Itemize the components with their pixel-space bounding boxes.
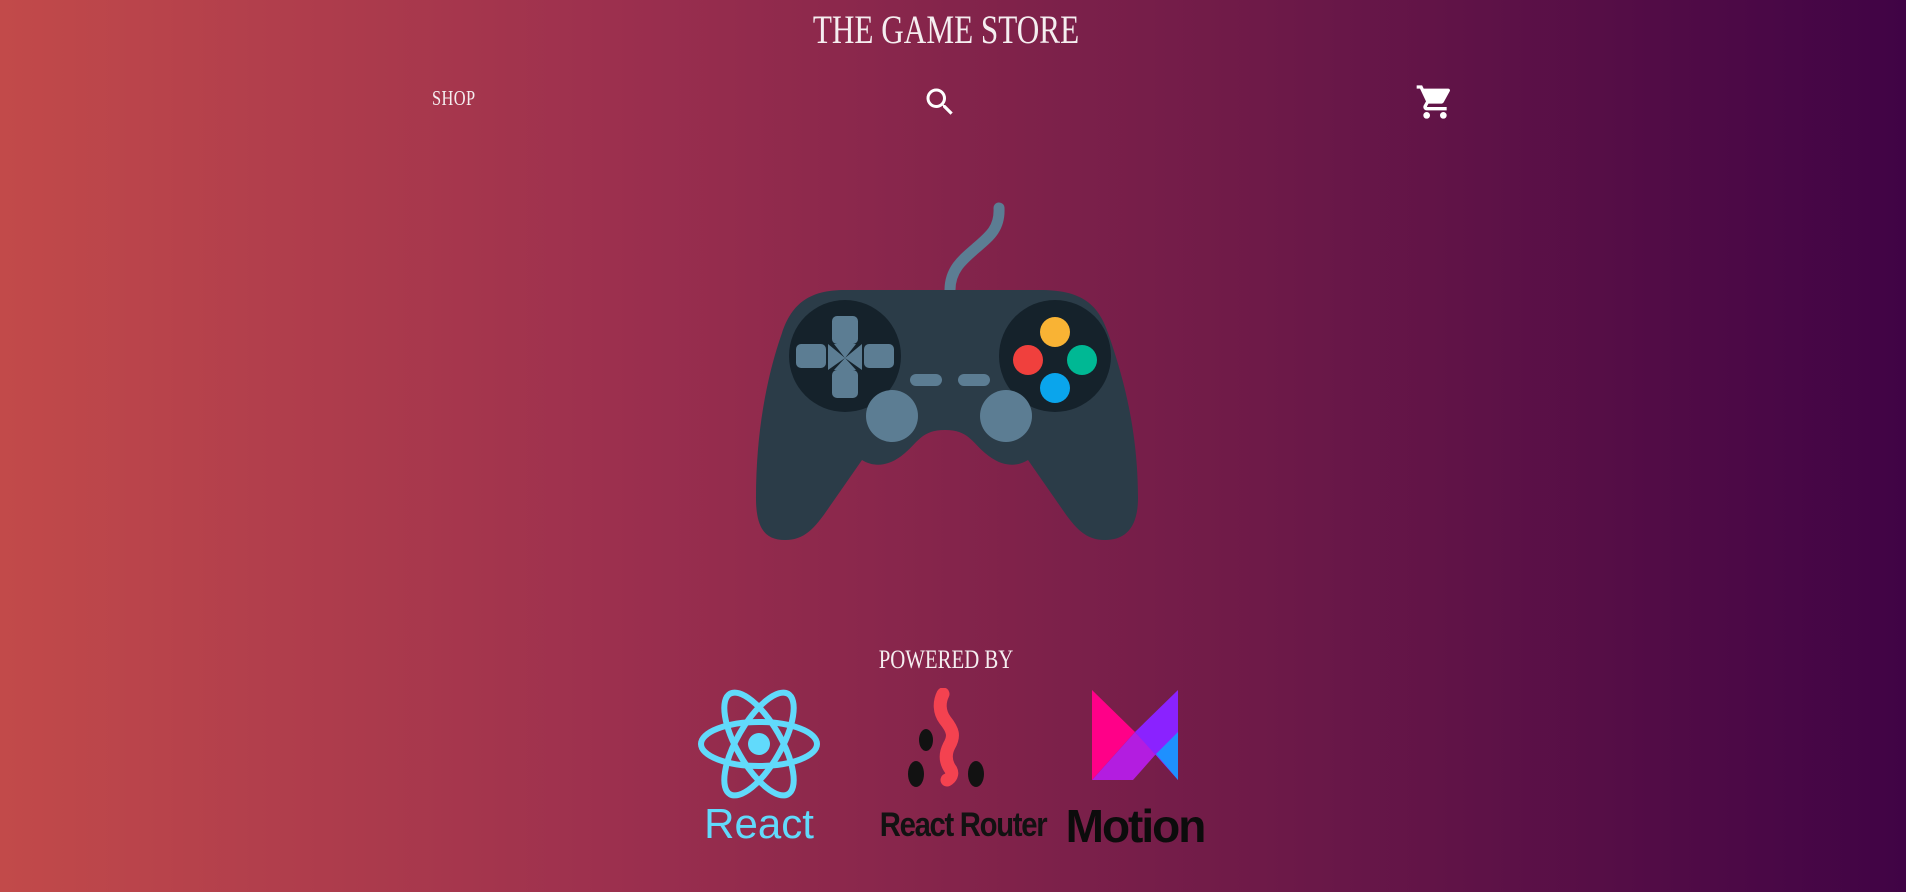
- search-icon[interactable]: [922, 84, 958, 120]
- motion-mark-icon: [1092, 690, 1178, 780]
- shopping-cart-icon[interactable]: [1415, 82, 1455, 122]
- nav-shop-link[interactable]: SHOP: [432, 86, 475, 111]
- hero-gamepad: [750, 198, 1140, 544]
- motion-logo[interactable]: Motion: [1057, 688, 1213, 852]
- react-router-mark-icon: [908, 687, 984, 787]
- react-router-logo-label: React Router: [879, 806, 1048, 844]
- react-logo-label: React: [704, 800, 814, 847]
- react-atom-icon: [698, 689, 820, 799]
- top-nav: SHOP: [0, 78, 1906, 128]
- page-title: THE GAME STORE: [812, 7, 1080, 52]
- react-router-logo[interactable]: React Router: [869, 687, 1048, 846]
- powered-by-heading: POWERED BY: [878, 645, 1014, 674]
- motion-logo-label: Motion: [1065, 800, 1207, 852]
- gamepad-icon: [756, 202, 1138, 540]
- react-logo[interactable]: React: [696, 688, 822, 847]
